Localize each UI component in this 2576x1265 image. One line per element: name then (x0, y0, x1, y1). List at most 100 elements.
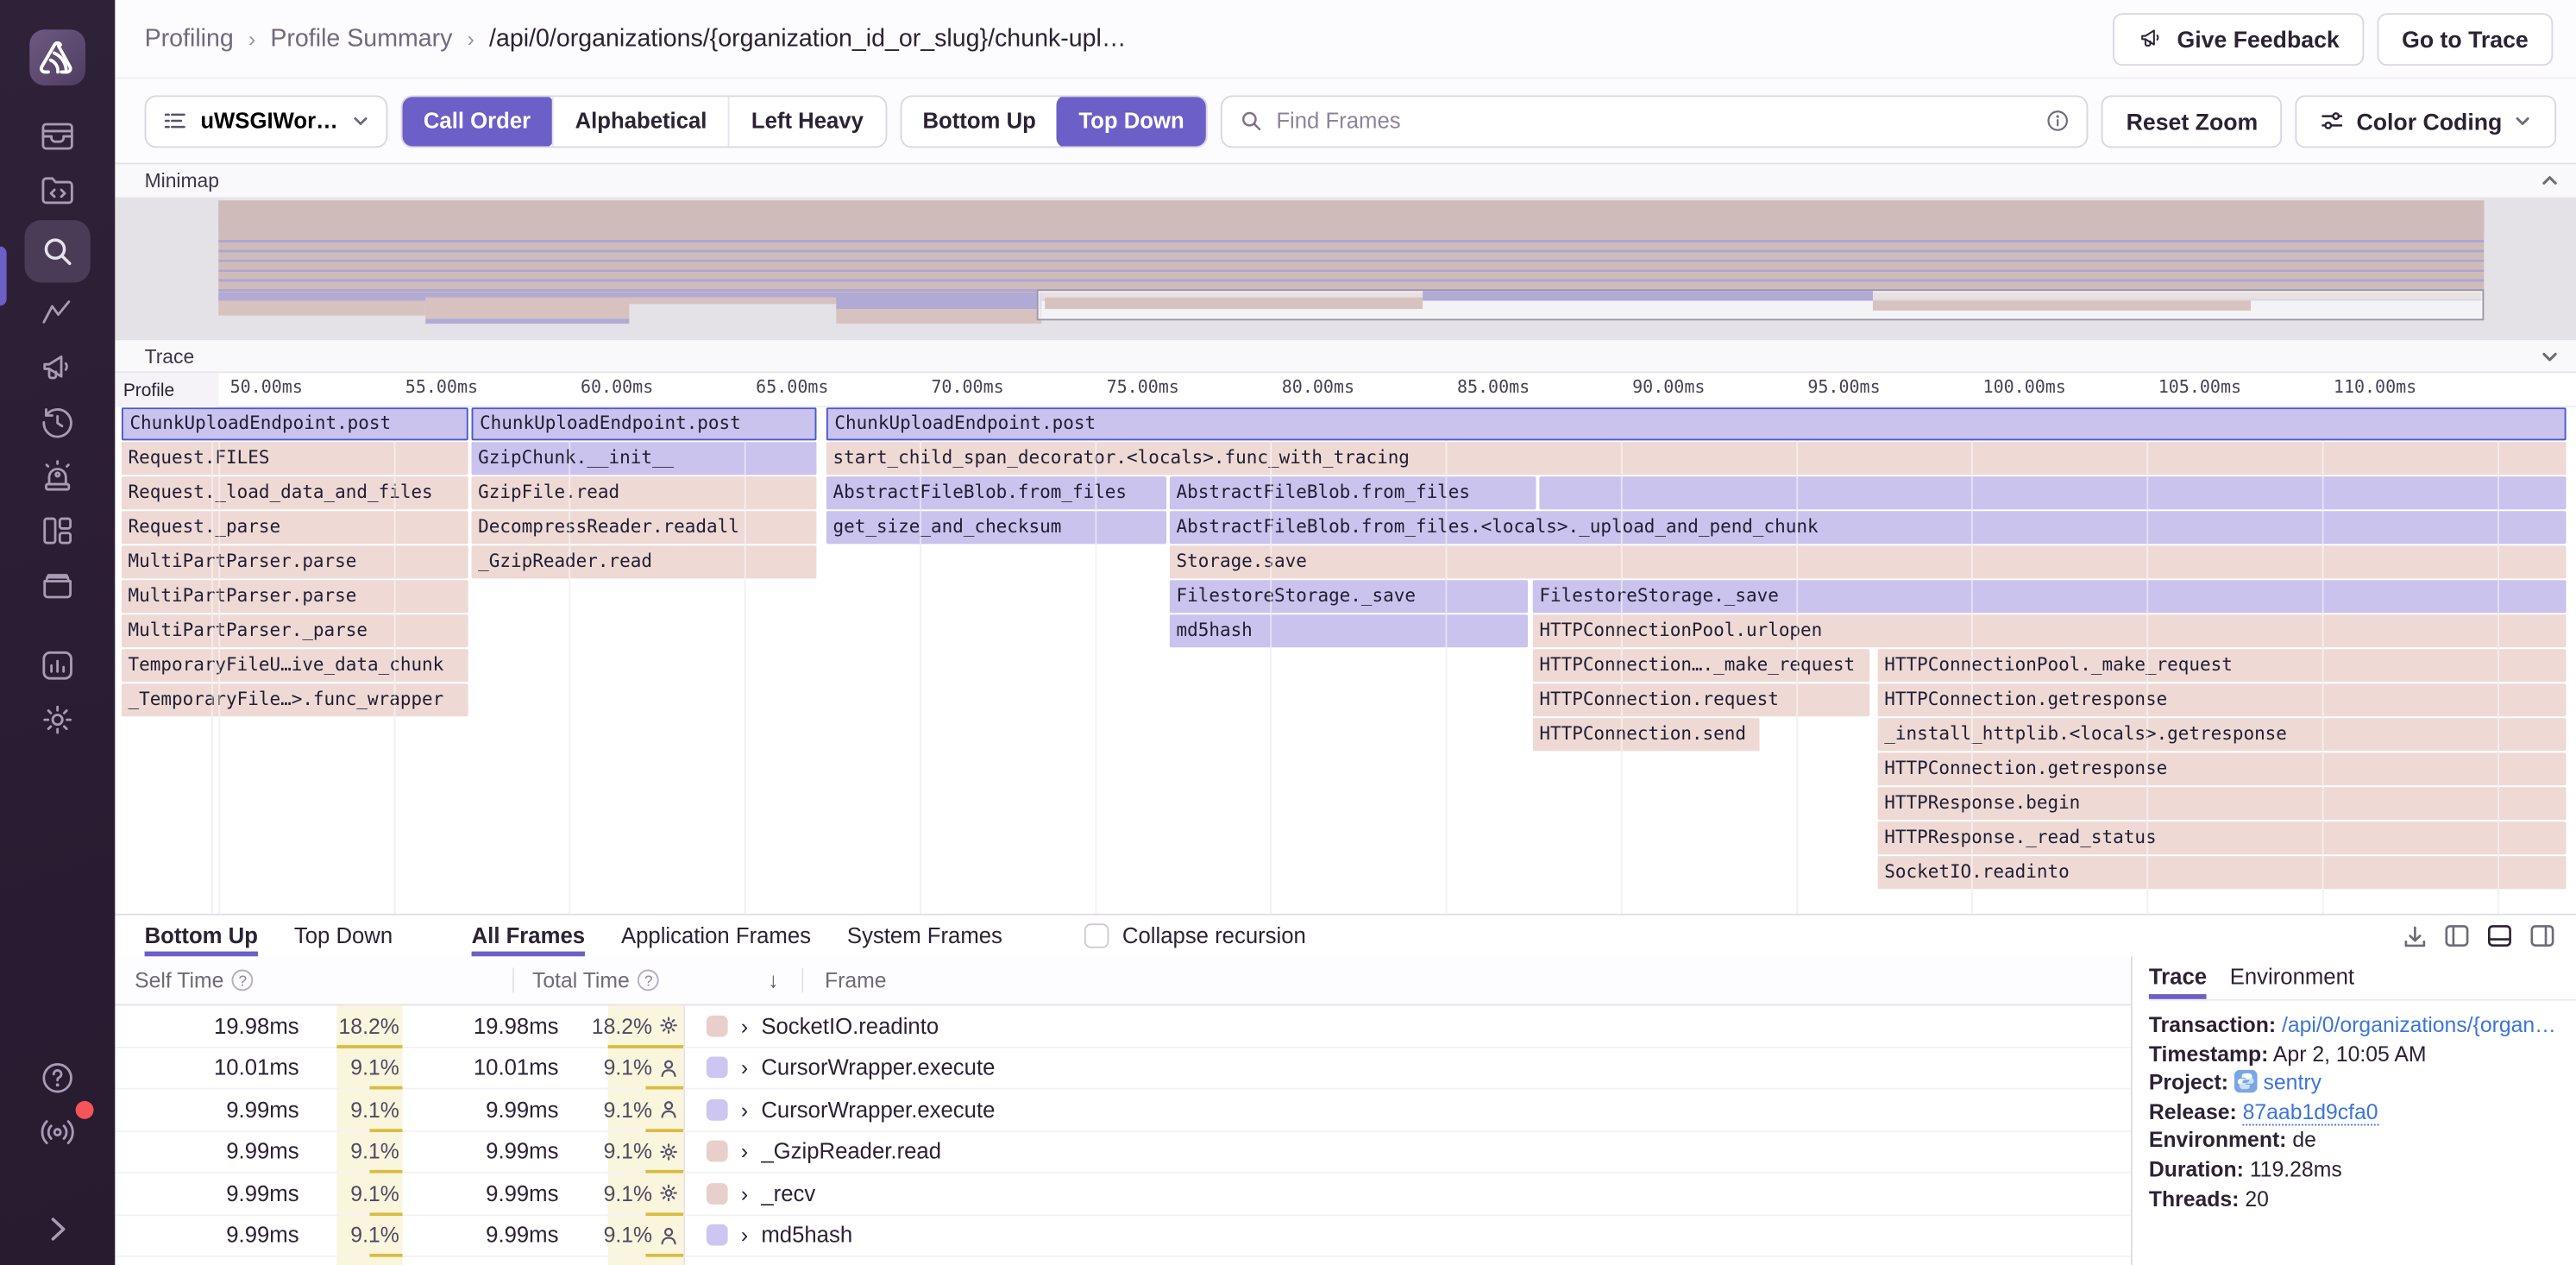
direction-bottom-up[interactable]: Bottom Up (902, 96, 1058, 145)
table-row[interactable]: 9.99ms9.1%9.99ms9.1%›CursorWrapper.execu… (115, 1090, 2131, 1132)
flame-frame[interactable]: _install_httplib.<locals>.getresponse (1878, 718, 2567, 751)
sorting-call-order[interactable]: Call Order (400, 94, 554, 147)
sidebar-item-issues[interactable] (25, 109, 91, 163)
collapse-minimap-icon[interactable] (2540, 171, 2560, 191)
find-frames-searchbox[interactable] (1221, 94, 2089, 147)
flame-frame[interactable]: SocketIO.readinto (1878, 856, 2567, 889)
thread-selector[interactable]: uWSGIWor… (145, 94, 387, 147)
flame-frame[interactable]: HTTPResponse._read_status (1878, 821, 2567, 854)
dock-left-icon[interactable] (2443, 922, 2471, 949)
color-coding-button[interactable]: Color Coding (2296, 94, 2556, 147)
flame-frame[interactable]: ChunkUploadEndpoint.post (472, 407, 817, 440)
flame-frame[interactable]: HTTPConnection.request (1533, 683, 1869, 716)
dock-bottom-icon[interactable] (2485, 922, 2513, 949)
flame-frame[interactable]: DecompressReader.readall (472, 511, 817, 544)
table-row[interactable]: 9.99ms9.1%9.99ms9.1%›md5hash (115, 1215, 2131, 1257)
sorting-alphabetical[interactable]: Alphabetical (552, 96, 728, 145)
sidebar-item-dashboards[interactable] (25, 503, 91, 557)
detail-value[interactable]: sentry (2264, 1070, 2322, 1095)
sidebar-item-projects[interactable] (25, 163, 91, 217)
flame-frame[interactable]: GzipFile.read (472, 476, 817, 509)
table-row[interactable]: 9.99ms9.1%9.99ms9.1%›_GzipReader.read (115, 1131, 2131, 1174)
flame-frame[interactable]: MultiPartParser._parse (122, 614, 468, 647)
flame-frame[interactable]: Request._load_data_and_files (122, 476, 468, 509)
sidebar-item-stats[interactable] (25, 638, 91, 692)
expand-row-icon[interactable]: › (741, 1098, 748, 1123)
frame-column-header[interactable]: Frame (801, 968, 2131, 993)
sidebar-item-search[interactable] (25, 220, 91, 282)
flame-frame[interactable]: ChunkUploadEndpoint.post (826, 407, 2567, 440)
flame-frame[interactable]: FilestoreStorage._save (1533, 580, 2567, 613)
question-icon[interactable]: ? (232, 970, 254, 991)
reset-zoom-button[interactable]: Reset Zoom (2102, 94, 2283, 147)
flame-frame[interactable]: HTTPConnection.getresponse (1878, 683, 2567, 716)
question-icon[interactable]: ? (638, 970, 659, 991)
tab-all-frames[interactable]: All Frames (472, 916, 585, 957)
tab-system-frames[interactable]: System Frames (847, 916, 1002, 957)
sidebar-item-megaphone[interactable] (25, 340, 91, 394)
expand-row-icon[interactable]: › (741, 1181, 748, 1206)
expand-row-icon[interactable]: › (741, 1139, 748, 1164)
sentry-logo[interactable] (29, 29, 85, 85)
flame-frame[interactable]: TemporaryFileU…ive_data_chunk (122, 649, 468, 682)
tab-application-frames[interactable]: Application Frames (621, 916, 811, 957)
direction-top-down[interactable]: Top Down (1056, 94, 1208, 147)
dock-right-icon[interactable] (2529, 922, 2556, 949)
flame-frame[interactable]: FilestoreStorage._save (1170, 580, 1528, 613)
flame-frame[interactable]: md5hash (1170, 614, 1528, 647)
flame-frame[interactable]: _GzipReader.read (472, 545, 817, 578)
table-row[interactable]: 10.01ms9.1%10.01ms9.1%›CursorWrapper.exe… (115, 1048, 2131, 1090)
go-to-trace-button[interactable]: Go to Trace (2378, 12, 2554, 65)
flame-frame[interactable] (1539, 476, 2566, 509)
flame-frame[interactable]: HTTPConnectionPool.urlopen (1533, 614, 2567, 647)
sidebar-item-replays[interactable] (25, 394, 91, 449)
flame-frame[interactable]: start_child_span_decorator.<locals>.func… (826, 442, 2567, 475)
sidebar-item-help[interactable] (25, 1050, 91, 1105)
export-profile-icon[interactable] (2402, 922, 2428, 948)
self-time-column-header[interactable]: Self Time ? (115, 968, 512, 993)
breadcrumb-profile-summary[interactable]: Profile Summary (270, 25, 452, 53)
breadcrumb-profiling[interactable]: Profiling (145, 25, 234, 53)
find-frames-input[interactable] (1276, 109, 2033, 134)
flame-frame[interactable]: Request._parse (122, 511, 468, 544)
sidebar-item-alerts[interactable] (25, 449, 91, 503)
flame-frame[interactable]: get_size_and_checksum (826, 511, 1166, 544)
flame-frame[interactable]: GzipChunk.__init__ (472, 442, 817, 475)
sidebar-item-settings[interactable] (25, 692, 91, 746)
table-row[interactable]: 9.99ms9.1%9.99ms9.1%›_recv (115, 1174, 2131, 1216)
flame-frame[interactable]: Request.FILES (122, 442, 468, 475)
flame-frame[interactable]: HTTPResponse.begin (1878, 787, 2567, 820)
flamegraph[interactable]: ChunkUploadEndpoint.post ChunkUploadEndpo… (115, 407, 2576, 914)
table-row[interactable]: 19.98ms18.2%19.98ms18.2%›SocketIO.readin… (115, 1005, 2131, 1048)
flame-frame[interactable]: HTTPConnectionPool._make_request (1878, 649, 2567, 682)
sorting-left-heavy[interactable]: Left Heavy (728, 96, 884, 145)
total-time-column-header[interactable]: Total Time ? ↓ (512, 968, 801, 993)
collapse-recursion-checkbox[interactable] (1084, 923, 1109, 948)
flame-frame[interactable]: AbstractFileBlob.from_files (1170, 476, 1536, 509)
flame-frame[interactable]: HTTPConnection.getresponse (1878, 752, 2567, 785)
flame-frame[interactable]: MultiPartParser.parse (122, 545, 468, 578)
sidebar-item-expand[interactable] (25, 1201, 91, 1256)
detail-value[interactable]: /api/0/organizations/{organ… (2282, 1012, 2556, 1037)
detail-value[interactable]: 87aab1d9cfa0 (2243, 1099, 2378, 1125)
info-icon[interactable] (2045, 109, 2070, 134)
minimap-canvas[interactable] (115, 198, 2576, 338)
sidebar-item-broadcast[interactable] (25, 1105, 91, 1159)
flame-frame[interactable]: _TemporaryFile…>.func_wrapper (122, 683, 468, 716)
expand-row-icon[interactable]: › (741, 1055, 748, 1080)
collapse-recursion-option[interactable]: Collapse recursion (1084, 916, 1306, 957)
flame-frame[interactable]: MultiPartParser.parse (122, 580, 468, 613)
sort-descending-icon[interactable]: ↓ (768, 968, 778, 993)
tab-bottom-up[interactable]: Bottom Up (145, 916, 258, 957)
details-tab-environment[interactable]: Environment (2230, 965, 2354, 999)
tab-top-down[interactable]: Top Down (294, 916, 393, 957)
flame-frame[interactable]: HTTPConnection…._make_request (1533, 649, 1869, 682)
collapse-trace-icon[interactable] (2540, 346, 2560, 366)
sidebar-item-metrics[interactable] (25, 286, 91, 340)
give-feedback-button[interactable]: Give Feedback (2113, 12, 2364, 65)
flame-frame[interactable]: AbstractFileBlob.from_files (826, 476, 1166, 509)
flame-frame[interactable]: AbstractFileBlob.from_files.<locals>._up… (1170, 511, 2567, 544)
details-tab-trace[interactable]: Trace (2149, 965, 2207, 999)
sidebar-item-discover[interactable] (25, 557, 91, 612)
table-row[interactable]: 9.99ms9.1%9.99ms9.1%›_recv (115, 1257, 2131, 1265)
